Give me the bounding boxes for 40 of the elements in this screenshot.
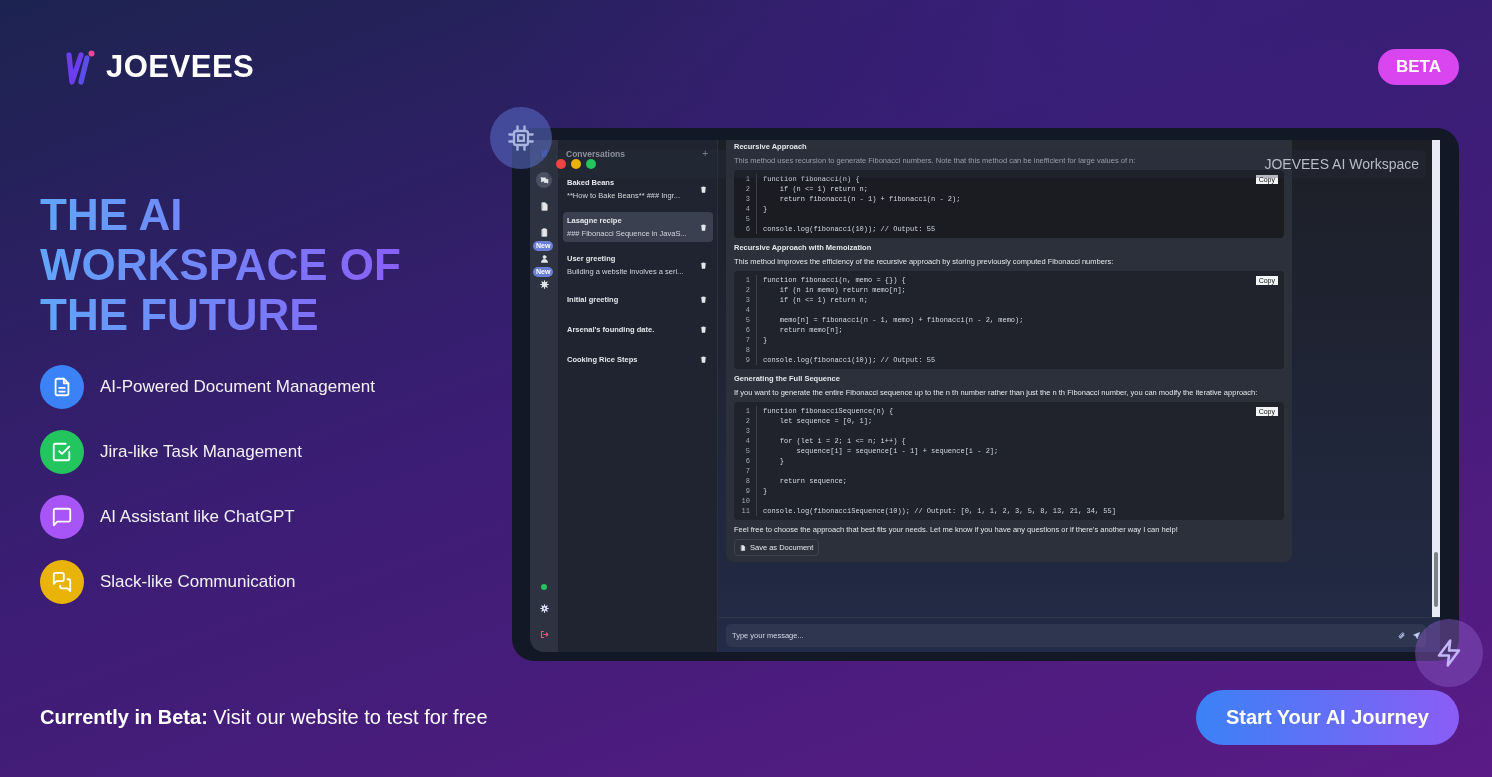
status-dot xyxy=(541,584,547,590)
settings-icon xyxy=(539,603,549,613)
beta-badge: BETA xyxy=(1378,49,1459,85)
clipboard-icon xyxy=(539,227,549,237)
app-logo-icon xyxy=(539,149,549,158)
document-icon xyxy=(740,544,746,551)
minimize-button[interactable] xyxy=(571,159,581,169)
checkbox-icon xyxy=(51,441,73,463)
beta-note: Currently in Beta: Visit our website to test for free xyxy=(40,706,488,729)
trash-icon xyxy=(700,355,707,363)
add-button[interactable]: + xyxy=(702,148,708,159)
paperclip-icon xyxy=(1398,631,1405,639)
panel-title: Conversations xyxy=(566,148,626,159)
sidebar-item[interactable] xyxy=(536,172,552,188)
window-title: JOEVEES AI Workspace xyxy=(1264,156,1419,172)
attach-button[interactable] xyxy=(1398,631,1405,639)
send-button[interactable] xyxy=(1413,631,1420,639)
trash-icon xyxy=(700,223,707,231)
trash-icon xyxy=(700,295,707,303)
logout-icon xyxy=(539,629,549,639)
trash-icon xyxy=(700,185,707,193)
start-journey-button[interactable]: Start Your AI Journey xyxy=(1196,690,1459,745)
trash-icon xyxy=(700,325,707,333)
chat-icon xyxy=(539,175,549,185)
chat-bubble-icon xyxy=(51,506,73,528)
maximize-button[interactable] xyxy=(586,159,596,169)
person-icon xyxy=(539,253,549,263)
chip-icon xyxy=(507,124,535,152)
trash-icon xyxy=(700,261,707,269)
feature-label: Slack-like Communication xyxy=(100,572,296,592)
brand-name: JOEVEES xyxy=(106,49,255,85)
send-icon xyxy=(1413,631,1420,639)
scrollbar[interactable] xyxy=(1432,140,1440,617)
gear-icon xyxy=(539,279,549,289)
chat-bubbles-icon xyxy=(51,571,73,593)
feature-label: AI Assistant like ChatGPT xyxy=(100,507,295,527)
feature-label: Jira-like Task Management xyxy=(100,442,302,462)
feature-label: AI-Powered Document Management xyxy=(100,377,375,397)
document-icon xyxy=(539,201,549,211)
close-button[interactable] xyxy=(556,159,566,169)
